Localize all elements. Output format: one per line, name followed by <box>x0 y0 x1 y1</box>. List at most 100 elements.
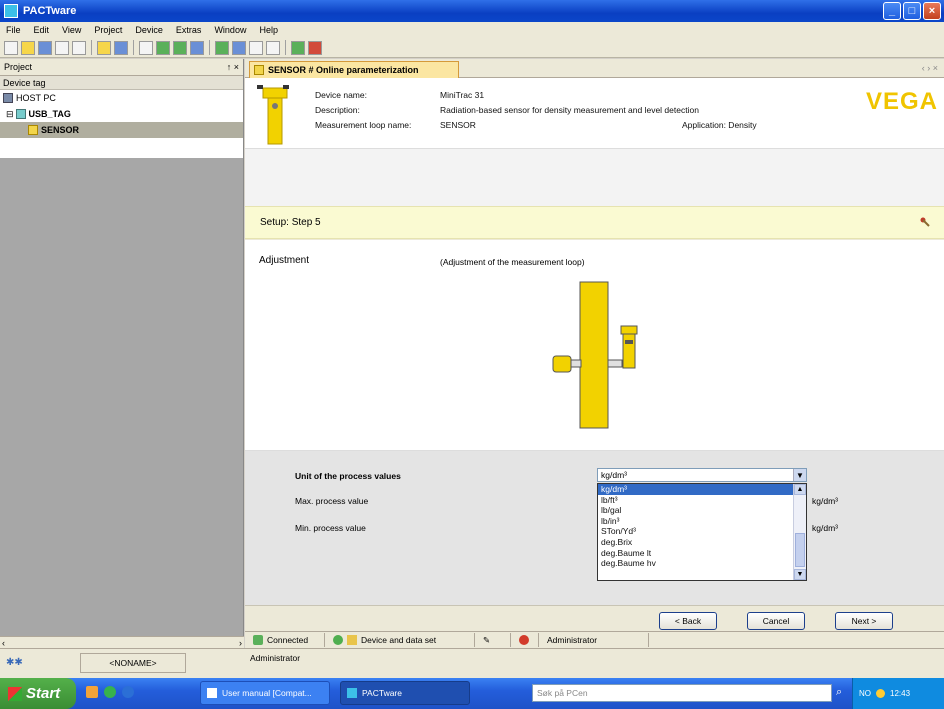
project-name: <NONAME> <box>80 653 186 673</box>
open-icon[interactable] <box>21 40 35 55</box>
taskbar-item-user-manual[interactable]: User manual [Compat... <box>200 681 330 705</box>
title-bar: PACTware _ □ × <box>0 0 944 22</box>
tree-item-host-pc[interactable]: HOST PC <box>0 90 243 106</box>
unit-select[interactable]: kg/dm³ ▼ <box>597 468 807 482</box>
quick-launch-icon[interactable] <box>86 686 98 698</box>
offline-icon[interactable] <box>173 40 187 55</box>
diagnosis-icon[interactable] <box>249 40 263 55</box>
dropdown-scrollbar[interactable]: ▲ ▼ <box>793 484 806 580</box>
unit-option[interactable]: deg.Brix <box>598 537 806 548</box>
clock: 12:43 <box>890 689 911 698</box>
scroll-up-icon[interactable]: ▲ <box>794 484 806 495</box>
adjustment-description: (Adjustment of the measurement loop) <box>440 257 585 267</box>
panel-pin-close[interactable]: ↑ × <box>227 62 239 72</box>
scroll-thumb[interactable] <box>795 533 805 567</box>
search-icon[interactable]: ⌕ <box>836 686 842 699</box>
windows-logo-icon <box>8 686 22 701</box>
system-tray: NO 12:43 <box>852 678 944 709</box>
scroll-down-icon[interactable]: ▼ <box>794 569 806 580</box>
unit-option[interactable]: lb/gal <box>598 505 806 516</box>
start-button[interactable]: Start <box>0 678 76 709</box>
device-info: Device name: MiniTrac 31 Description: Ra… <box>245 78 944 149</box>
description-value: Radiation-based sensor for density measu… <box>440 105 699 115</box>
project-scrollbar[interactable]: ‹ › <box>0 636 244 648</box>
maximize-button[interactable]: □ <box>903 2 921 20</box>
next-button[interactable]: Next > <box>835 612 893 630</box>
dataset-status: Device and data set <box>325 633 475 647</box>
unit-option[interactable]: kg/dm³ <box>598 484 806 495</box>
print-preview-icon[interactable] <box>72 40 86 55</box>
project-panel-empty <box>0 158 243 636</box>
app-icon <box>4 4 18 18</box>
language-indicator[interactable]: NO <box>859 689 871 698</box>
new-icon[interactable] <box>4 40 18 55</box>
close-button[interactable]: × <box>923 2 941 20</box>
scroll-left-icon[interactable]: ‹ <box>2 638 5 648</box>
spacer-area <box>245 149 944 206</box>
pactware-icon <box>347 688 357 698</box>
error-status <box>511 633 539 647</box>
download-icon[interactable] <box>215 40 229 55</box>
connected-icon <box>253 635 263 645</box>
min-process-value-label: Min. process value <box>295 523 366 533</box>
quick-launch-icon[interactable] <box>104 686 116 698</box>
minimize-button[interactable]: _ <box>883 2 901 20</box>
adjustment-title: Adjustment <box>259 255 310 266</box>
loop-name-label: Measurement loop name: <box>315 120 412 130</box>
print-icon[interactable] <box>55 40 69 55</box>
search-input[interactable]: Søk på PCen <box>532 684 832 702</box>
data-set-icon <box>347 635 357 645</box>
device-name-label: Device name: <box>315 90 367 100</box>
back-button[interactable]: < Back <box>659 612 717 630</box>
menu-view[interactable]: View <box>62 25 81 35</box>
upload-icon[interactable] <box>190 40 204 55</box>
pencil-icon: ✎ <box>483 634 491 645</box>
tab-online-parameterization[interactable]: SENSOR # Online parameterization <box>249 61 459 78</box>
connect-icon[interactable] <box>97 40 111 55</box>
menu-help[interactable]: Help <box>259 25 278 35</box>
menu-extras[interactable]: Extras <box>176 25 202 35</box>
tree-item-usb-tag[interactable]: ⊟ USB_TAG <box>0 106 243 122</box>
chevron-down-icon[interactable]: ▼ <box>793 469 806 481</box>
cancel-button[interactable]: Cancel <box>747 612 805 630</box>
save-icon[interactable] <box>38 40 52 55</box>
menu-project[interactable]: Project <box>94 25 122 35</box>
tab-nav-arrows[interactable]: ‹ › × <box>922 63 938 73</box>
edit-status: ✎ <box>475 633 511 647</box>
vega-logo: VEGA <box>865 88 938 115</box>
measure-icon[interactable] <box>232 40 246 55</box>
window-title: PACTware <box>23 5 77 17</box>
taskbar-item-pactware[interactable]: PACTware <box>340 681 470 705</box>
simulation-icon[interactable] <box>266 40 280 55</box>
unit-dropdown-list[interactable]: kg/dm³ lb/ft³ lb/gal lb/in³ STon/Yd³ deg… <box>597 483 807 581</box>
menu-device[interactable]: Device <box>135 25 163 35</box>
computer-icon <box>3 93 13 103</box>
setup-step-bar: Setup: Step 5 <box>245 206 944 239</box>
unit-option[interactable]: lb/in³ <box>598 516 806 527</box>
sensor-icon <box>254 65 264 75</box>
scroll-right-icon[interactable]: › <box>239 638 242 648</box>
adjustment-section: Adjustment (Adjustment of the measuremen… <box>245 240 944 451</box>
unit-option[interactable]: deg.Baume lt <box>598 548 806 559</box>
add-device-icon[interactable] <box>291 40 305 55</box>
remove-device-icon[interactable] <box>308 40 322 55</box>
units-section: Unit of the process values Max. process … <box>245 451 944 605</box>
connection-status: Connected <box>245 633 325 647</box>
parameter-icon[interactable] <box>139 40 153 55</box>
menu-window[interactable]: Window <box>214 25 246 35</box>
menu-edit[interactable]: Edit <box>34 25 50 35</box>
menu-file[interactable]: File <box>6 25 21 35</box>
tray-icon[interactable] <box>876 689 885 698</box>
device-image <box>257 85 289 145</box>
setup-step-title: Setup: Step 5 <box>260 217 321 228</box>
unit-option[interactable]: lb/ft³ <box>598 495 806 506</box>
sensor-icon <box>28 125 38 135</box>
disconnect-icon[interactable] <box>114 40 128 55</box>
tree-item-sensor[interactable]: SENSOR <box>0 122 243 138</box>
online-icon[interactable] <box>156 40 170 55</box>
loop-name-value: SENSOR <box>440 120 476 130</box>
unit-option[interactable]: deg.Baume hv <box>598 558 806 569</box>
wrench-icon <box>920 217 930 227</box>
quick-launch-icon[interactable] <box>122 686 134 698</box>
unit-option[interactable]: STon/Yd³ <box>598 526 806 537</box>
